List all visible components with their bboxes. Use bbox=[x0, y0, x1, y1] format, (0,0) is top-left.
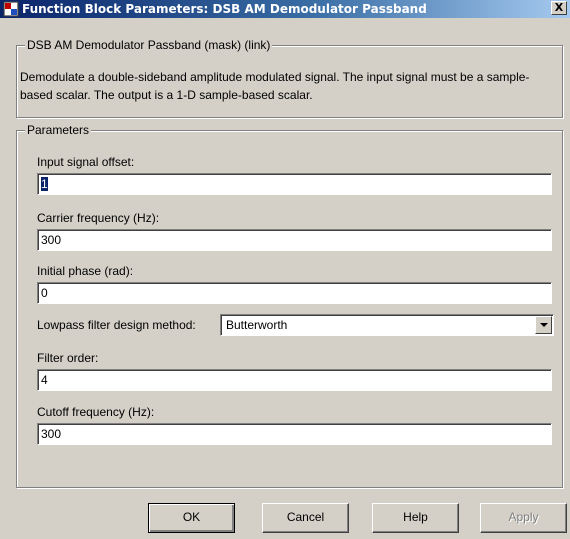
mask-description: Demodulate a double-sideband amplitude m… bbox=[20, 70, 530, 102]
apply-button[interactable]: Apply bbox=[480, 503, 567, 533]
simulink-block-icon bbox=[3, 1, 19, 17]
filter-method-label: Lowpass filter design method: bbox=[37, 318, 196, 332]
mask-group-label: DSB AM Demodulator Passband (mask) (link… bbox=[25, 38, 273, 52]
parameters-group-label: Parameters bbox=[25, 123, 92, 137]
window-title: Function Block Parameters: DSB AM Demodu… bbox=[22, 2, 427, 16]
filter-order-field[interactable]: 4 bbox=[37, 369, 552, 391]
filter-method-value: Butterworth bbox=[226, 318, 288, 332]
input-offset-field[interactable]: 1 bbox=[37, 173, 552, 195]
carrier-frequency-label: Carrier frequency (Hz): bbox=[37, 211, 160, 225]
input-offset-label: Input signal offset: bbox=[37, 155, 135, 169]
ok-button[interactable]: OK bbox=[148, 503, 235, 533]
close-icon[interactable]: X bbox=[551, 1, 567, 15]
dialog-window: Function Block Parameters: DSB AM Demodu… bbox=[0, 0, 570, 539]
filter-method-dropdown[interactable]: Butterworth bbox=[220, 314, 554, 336]
input-offset-value: 1 bbox=[41, 177, 48, 191]
initial-phase-label: Initial phase (rad): bbox=[37, 264, 134, 278]
chevron-down-icon[interactable] bbox=[535, 316, 552, 334]
cancel-button[interactable]: Cancel bbox=[262, 503, 349, 533]
filter-order-label: Filter order: bbox=[37, 351, 99, 365]
cutoff-frequency-field[interactable]: 300 bbox=[37, 423, 552, 445]
title-bar[interactable]: Function Block Parameters: DSB AM Demodu… bbox=[0, 0, 570, 18]
carrier-frequency-field[interactable]: 300 bbox=[37, 229, 552, 251]
cutoff-frequency-label: Cutoff frequency (Hz): bbox=[37, 405, 155, 419]
help-button[interactable]: Help bbox=[372, 503, 459, 533]
initial-phase-field[interactable]: 0 bbox=[37, 282, 552, 304]
